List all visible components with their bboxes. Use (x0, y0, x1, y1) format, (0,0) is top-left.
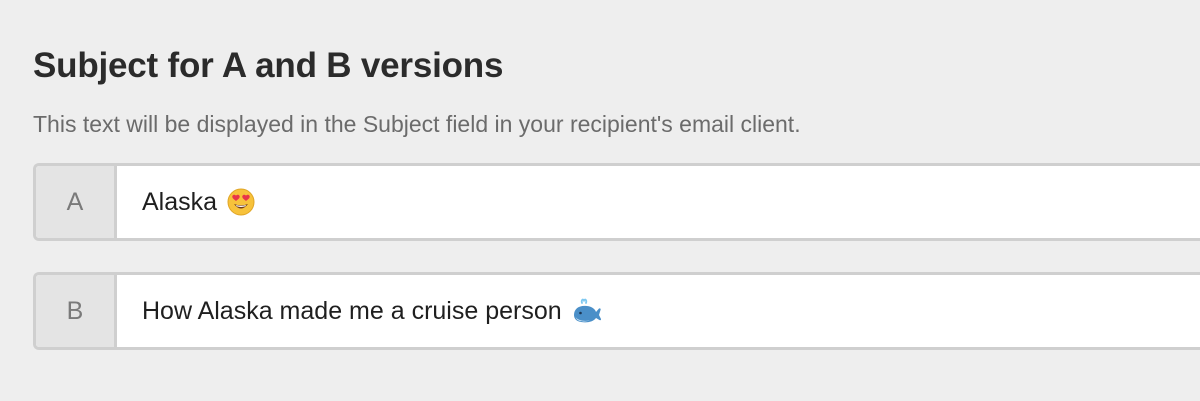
subject-input-b[interactable]: How Alaska made me a cruise person (117, 275, 1200, 347)
subject-field-row-b: B How Alaska made me a cruise person (33, 272, 1200, 350)
section-title: Subject for A and B versions (33, 46, 504, 85)
whale-emoji-icon (572, 297, 601, 325)
variant-label-a: A (36, 166, 117, 238)
subject-text-b: How Alaska made me a cruise person (142, 296, 562, 325)
subject-text-a: Alaska (142, 187, 218, 216)
subject-field-row-a: A Alaska (33, 163, 1200, 241)
subject-input-a[interactable]: Alaska (117, 166, 1200, 238)
variant-label-b: B (36, 275, 117, 347)
section-helper-text: This text will be displayed in the Subje… (33, 111, 801, 137)
heart-eyes-emoji-icon (227, 188, 255, 216)
